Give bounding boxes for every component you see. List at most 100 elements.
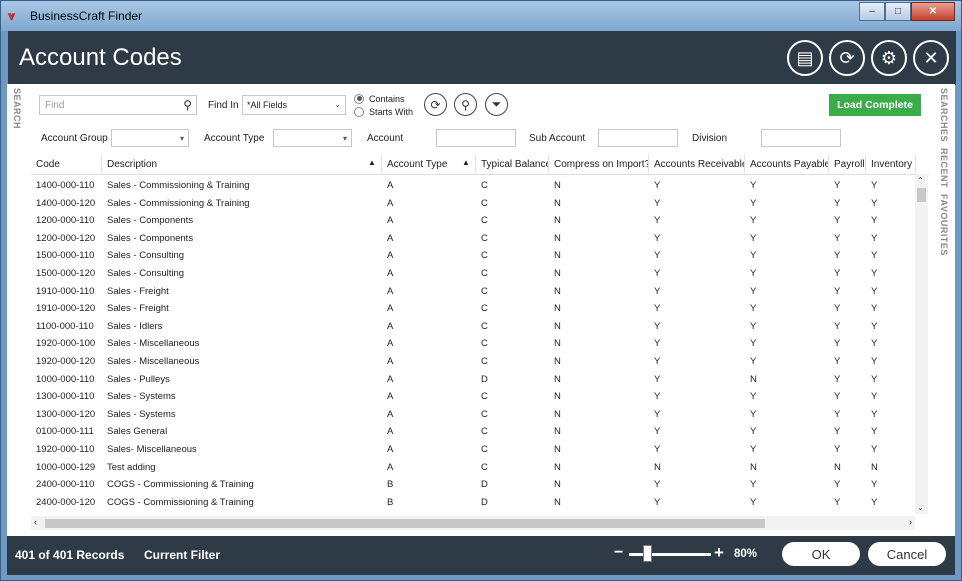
search-icon[interactable]: ⚲ [183,98,192,112]
find-in-select[interactable]: *All Fields ⌄ [242,95,346,115]
table-cell: Y [654,338,661,350]
table-row[interactable]: 1300-000-110 Sales - Systems A C N Y Y Y Y [31,388,929,406]
division-field[interactable] [761,129,841,147]
table-cell: Y [834,479,841,491]
column-header[interactable]: Payroll [829,154,866,175]
column-header[interactable]: Inventory [866,154,916,175]
table-cell: A [387,355,394,367]
table-cell: Y [871,373,878,385]
table-cell: Sales - Freight [107,303,169,315]
table-cell: COGS - Commissioning & Training [107,479,254,491]
radio-starts-with[interactable]: Starts With [354,105,413,118]
minimize-button[interactable]: ‒ [859,2,885,21]
refresh-search-icon[interactable]: ⟳ [424,93,447,116]
table-row[interactable]: 1200-000-120 Sales - Components A C N Y Y Y Y [31,230,929,248]
table-cell: Y [834,197,841,209]
cancel-button[interactable]: Cancel [868,542,946,566]
table-row[interactable]: 1100-000-110 Sales - Idlers A C N Y Y Y Y [31,318,929,336]
table-cell: Y [871,250,878,262]
column-header[interactable]: Code [31,154,102,175]
table-cell: A [387,338,394,350]
zoom-slider-thumb[interactable] [643,545,653,562]
table-cell: Y [654,232,661,244]
column-header[interactable]: Description [102,154,382,175]
table-row[interactable]: 0100-000-111 Sales General A C N Y Y Y Y [31,423,929,441]
side-tab-favourites[interactable]: FAVOURITES [939,194,949,256]
vertical-scrollbar[interactable]: ⌃ ⌄ [915,174,928,514]
zoom-slider[interactable] [629,553,711,556]
table-cell: Y [834,215,841,227]
column-header[interactable]: Compress on Import? [549,154,649,175]
table-row[interactable]: 1500-000-120 Sales - Consulting A C N Y Y Y Y [31,265,929,283]
table-cell: Y [871,197,878,209]
column-header[interactable]: Typical Balance [476,154,549,175]
horizontal-scrollbar[interactable]: ‹ › [31,516,915,530]
scroll-right-arrow-icon[interactable]: › [909,517,912,527]
side-tab-search[interactable]: SEARCH [12,88,22,129]
side-tab-recent[interactable]: RECENT [939,148,949,188]
radio-contains-dot[interactable] [354,93,364,104]
table-cell: 1500-000-120 [36,267,96,279]
table-cell: Y [834,320,841,332]
zoom-in-icon[interactable]: + [714,543,724,563]
radio-starts-with-dot[interactable] [354,106,364,117]
column-header[interactable]: Accounts Receivable [649,154,745,175]
column-header[interactable]: Accounts Payable [745,154,829,175]
table-cell: Y [654,250,661,262]
table-row[interactable]: 1920-000-110 Sales- Miscellaneous A C N Y Y Y Y [31,441,929,459]
table-cell: N [554,373,561,385]
table-cell: C [481,320,488,332]
side-tab-searches[interactable]: SEARCHES [939,88,949,142]
scroll-left-arrow-icon[interactable]: ‹ [34,517,37,527]
calendar-icon[interactable]: ▤ [787,40,823,76]
maximize-button[interactable]: □ [885,2,911,21]
window-titlebar[interactable]: ⩔ BusinessCraft Finder ‒ □ ✕ [1,1,961,31]
table-cell: Y [750,338,757,350]
horizontal-scroll-thumb[interactable] [45,519,765,528]
sort-ascending-icon[interactable]: ▲ [462,158,470,167]
table-row[interactable]: 1200-000-110 Sales - Components A C N Y Y Y Y [31,212,929,230]
table-row[interactable]: 1400-000-120 Sales - Commissioning & Trai… [31,195,929,213]
table-cell: N [554,496,561,508]
search-button-icon[interactable]: ⚲ [454,93,477,116]
table-row[interactable]: 2400-000-120 COGS - Commissioning & Train… [31,494,929,512]
table-cell: Y [750,303,757,315]
table-cell: Y [654,479,661,491]
find-in-value: *All Fields [247,100,288,110]
window-close-button[interactable]: ✕ [911,2,955,21]
gear-icon[interactable]: ⚙ [871,40,907,76]
table-cell: N [554,180,561,191]
table-cell: Y [871,285,878,297]
scroll-down-arrow-icon[interactable]: ⌄ [917,503,924,512]
table-row[interactable]: 1500-000-110 Sales - Consulting A C N Y Y Y Y [31,247,929,265]
table-row[interactable]: 1000-000-110 Sales - Pulleys A D N Y N Y Y [31,371,929,389]
search-input[interactable] [40,96,176,114]
sort-ascending-icon[interactable]: ▲ [368,158,376,167]
table-row[interactable]: 1910-000-110 Sales - Freight A C N Y Y Y Y [31,283,929,301]
table-row[interactable]: 1910-000-120 Sales - Freight A C N Y Y Y Y [31,300,929,318]
table-cell: Y [834,426,841,438]
table-row[interactable]: 1000-000-129 Test adding A C N N N N N [31,459,929,477]
scroll-up-arrow-icon[interactable]: ⌃ [917,176,924,185]
account-type-select[interactable]: ▾ [273,129,352,147]
vertical-scroll-thumb[interactable] [917,188,926,202]
table-row[interactable]: 1400-000-110 Sales - Commissioning & Trai… [31,177,929,195]
table-cell: N [554,267,561,279]
table-row[interactable]: 1920-000-120 Sales - Miscellaneous A C N Y Y Y Y [31,353,929,371]
table-row[interactable]: 2400-000-110 COGS - Commissioning & Train… [31,476,929,494]
refresh-icon[interactable]: ⟳ [829,40,865,76]
table-row[interactable]: 1300-000-120 Sales - Systems A C N Y Y Y Y [31,406,929,424]
account-group-select[interactable]: ▾ [111,129,189,147]
table-cell: Y [871,391,878,403]
close-icon[interactable]: ✕ [913,40,949,76]
load-complete-button[interactable]: Load Complete [829,94,921,116]
sub-account-field[interactable] [598,129,678,147]
zoom-out-icon[interactable]: − [614,544,623,562]
account-field[interactable] [436,129,516,147]
table-cell: Y [654,408,661,420]
radio-contains[interactable]: Contains [354,92,413,105]
filter-icon[interactable]: ⏷ [485,93,508,116]
table-row[interactable]: 1920-000-100 Sales - Miscellaneous A C N Y Y Y Y [31,335,929,353]
table-cell: A [387,320,394,332]
ok-button[interactable]: OK [782,542,860,566]
